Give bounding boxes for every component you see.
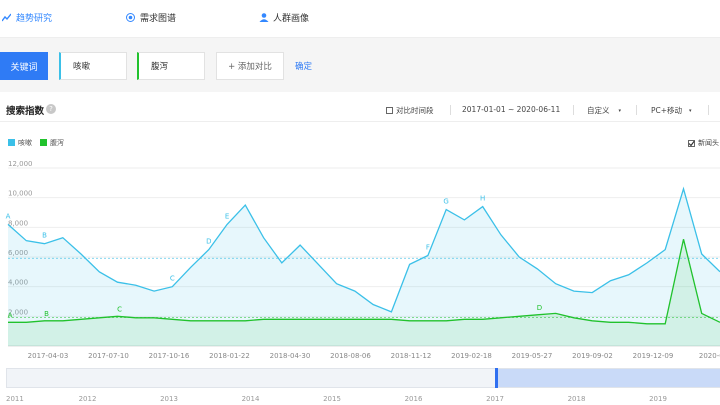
slider-year-label: 2015 [323,395,341,403]
divider [573,105,574,115]
annotation-label: B [42,232,47,240]
legend-item-series2[interactable]: 腹泻 [40,138,64,148]
slider-year-axis: 2011 2012 2013 2014 2015 2016 2017 2018 2019 [6,395,667,403]
tab-label: 人群画像 [273,14,310,24]
annotation-label: G [443,198,448,206]
chart-title: 搜索指数 [6,106,45,117]
annotation-label: A [6,212,11,220]
annotation-label: D [206,238,211,246]
legend-label: 腹泻 [50,139,64,147]
divider [636,105,637,115]
device-dropdown[interactable]: PC+移动 ▾ [651,105,692,116]
x-tick-label: 2018-01-22 [209,352,250,360]
chart-header: 搜索指数 ? 对比时间段 2017-01-01 ~ 2020-06-11 自定义… [0,98,720,122]
slider-year-label: 2014 [242,395,260,403]
caret-down-icon: ▾ [689,107,692,114]
tab-trend-research[interactable]: 趋势研究 [1,11,53,24]
date-range-picker[interactable]: 2017-01-01 ~ 2020-06-11 [462,105,560,114]
custom-label: 自定义 [587,106,610,115]
x-tick-label: 2017-04-03 [28,352,69,360]
divider [708,105,709,115]
x-tick-label: 2017-10-16 [149,352,190,360]
slider-year-label: 2019 [649,395,667,403]
keyword-input-1[interactable]: 咳嗽 [59,52,127,80]
annotation-label: C [170,275,175,283]
y-tick-label: 10,000 [8,190,33,198]
divider [450,105,451,115]
x-tick-label: 2020-03 [699,352,720,360]
trend-icon [1,13,12,22]
legend-item-series1[interactable]: 咳嗽 [8,138,32,148]
search-index-chart: 12,00010,0008,0006,0004,0002,000ABCDEFGH… [6,160,720,360]
y-tick-label: 8,000 [8,219,28,227]
top-tabs: 趋势研究 需求图谱 人群画像 [0,0,720,38]
compare-period-label: 对比时间段 [396,106,434,115]
tab-demand-map[interactable]: 需求图谱 [126,11,176,24]
x-tick-label: 2019-05-27 [512,352,553,360]
checkbox-icon [386,107,393,114]
custom-dropdown[interactable]: 自定义 ▾ [587,105,621,116]
confirm-link[interactable]: 确定 [295,60,312,72]
annotation-label: A [8,311,13,319]
x-tick-label: 2019-02-18 [451,352,492,360]
slider-year-label: 2013 [160,395,178,403]
slider-year-label: 2018 [568,395,586,403]
x-tick-label: 2019-12-09 [633,352,674,360]
add-compare-button[interactable]: + 添加对比 [216,52,284,80]
x-tick-label: 2018-11-12 [391,352,432,360]
device-label: PC+移动 [651,106,683,115]
tab-audience-profile[interactable]: 人群画像 [259,11,309,24]
keyword-input-2[interactable]: 腹泻 [137,52,205,80]
tab-label: 需求图谱 [140,14,177,24]
chart-legend: 咳嗽 腹泻 [8,138,64,148]
person-icon [259,13,269,22]
news-label: 新闻头 [698,139,719,147]
keyword-button[interactable]: 关键词 [0,52,48,80]
slider-year-label: 2016 [405,395,423,403]
annotation-label: H [480,195,485,203]
slider-year-label: 2012 [79,395,97,403]
x-tick-label: 2018-04-30 [270,352,311,360]
annotation-label: F [426,244,430,252]
help-icon[interactable]: ? [46,104,56,114]
tab-label: 趋势研究 [16,14,53,24]
annotation-label: D [537,304,542,312]
news-toggle[interactable]: 新闻头 [688,138,719,148]
time-range-slider[interactable] [6,368,720,388]
legend-label: 咳嗽 [18,139,32,147]
radar-icon [126,13,135,22]
keyword-controls: 关键词 咳嗽 腹泻 + 添加对比 确定 [0,38,720,92]
x-tick-label: 2019-09-02 [572,352,613,360]
annotation-label: B [44,310,49,318]
caret-down-icon: ▾ [618,107,622,114]
x-tick-label: 2017-07-10 [88,352,129,360]
x-tick-label: 2018-08-06 [330,352,371,360]
slider-handle[interactable] [495,368,498,388]
slider-selection [498,369,720,387]
y-tick-label: 12,000 [8,160,33,168]
compare-period-toggle[interactable]: 对比时间段 [386,105,434,116]
checked-checkbox-icon [688,139,695,147]
annotation-label: E [225,212,229,220]
slider-year-label: 2011 [6,395,24,403]
annotation-label: C [117,305,122,313]
slider-year-label: 2017 [486,395,504,403]
